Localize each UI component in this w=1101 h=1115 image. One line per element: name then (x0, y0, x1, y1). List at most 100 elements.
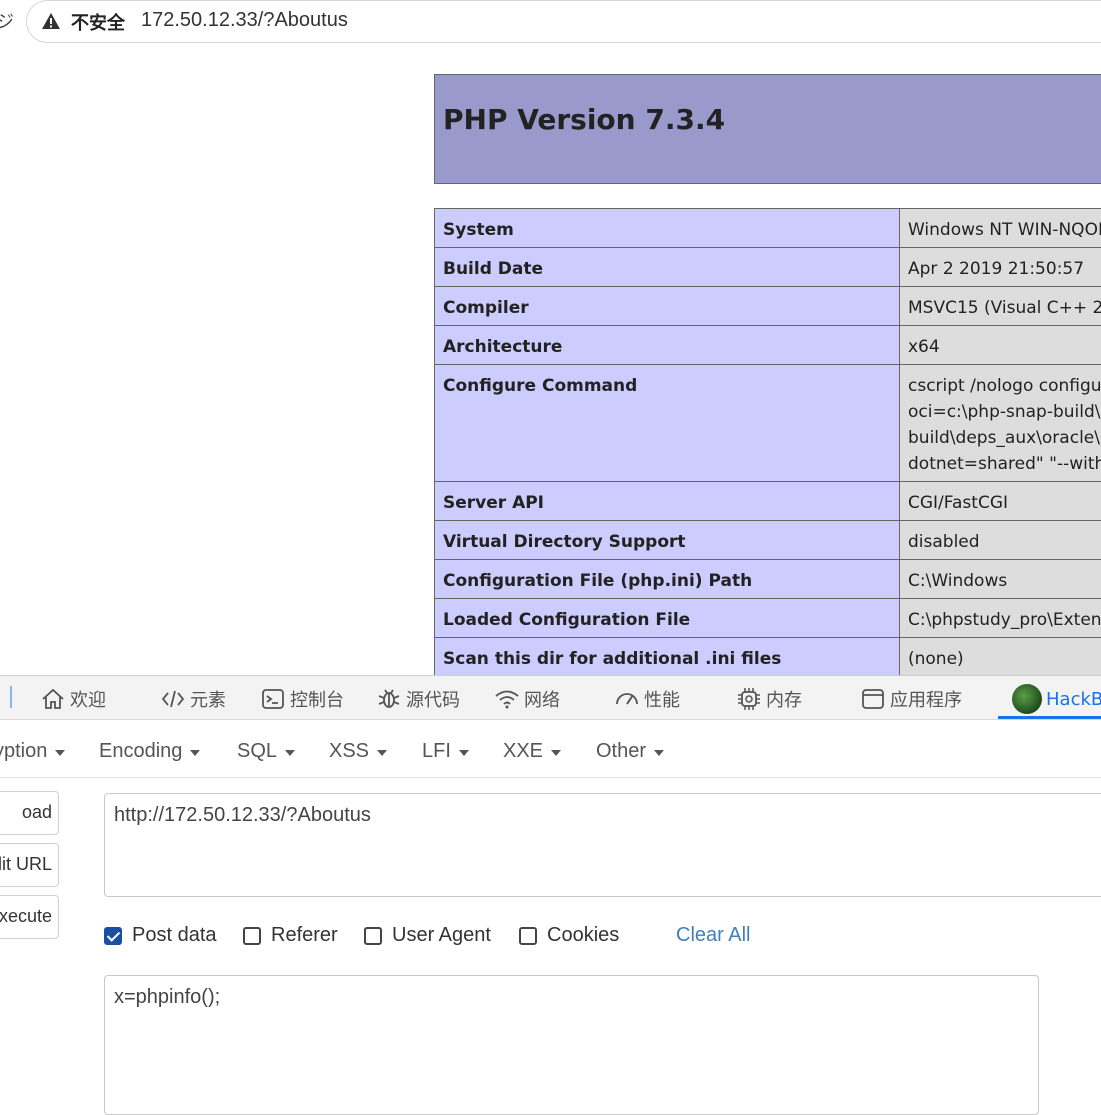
caret-down-icon (654, 750, 664, 756)
menu-label: LFI (422, 740, 451, 763)
tab-memory[interactable]: 内存 (736, 685, 802, 713)
row-value: Apr 2 2019 21:50:57 (900, 248, 1101, 287)
table-row: Compiler MSVC15 (Visual C++ 201 (435, 287, 1101, 326)
tab-hackbar[interactable]: HackB (1012, 685, 1101, 713)
value-line: build\deps_aux\oracle\ (908, 425, 1101, 451)
caret-down-icon (377, 750, 387, 756)
caret-down-icon (190, 750, 200, 756)
row-key: Configure Command (435, 365, 900, 482)
table-row: Build Date Apr 2 2019 21:50:57 (435, 248, 1101, 287)
tab-label: 欢迎 (70, 686, 106, 712)
tab-label: 性能 (644, 686, 680, 712)
table-row: Virtual Directory Support disabled (435, 521, 1101, 560)
row-value: C:\Windows (900, 560, 1101, 599)
tab-label: 内存 (766, 686, 802, 712)
table-row: Server API CGI/FastCGI (435, 482, 1101, 521)
menu-encryption[interactable]: yption (0, 740, 65, 763)
row-value: Windows NT WIN-NQOI (900, 209, 1101, 248)
menu-xss[interactable]: XSS (329, 740, 387, 763)
row-key: Virtual Directory Support (435, 521, 900, 560)
row-key: Configuration File (php.ini) Path (435, 560, 900, 599)
cookies-checkbox[interactable] (519, 927, 537, 945)
tab-sources[interactable]: 源代码 (376, 685, 460, 713)
tab-label: 控制台 (290, 686, 344, 712)
cookies-option[interactable]: Cookies (519, 924, 619, 947)
row-value: MSVC15 (Visual C++ 201 (900, 287, 1101, 326)
url-text[interactable]: 172.50.12.33/?Aboutus (141, 9, 348, 32)
table-row: Configure Command cscript /nologo config… (435, 365, 1101, 482)
row-value: disabled (900, 521, 1101, 560)
table-row: Architecture x64 (435, 326, 1101, 365)
row-value: C:\phpstudy_pro\Exten (900, 599, 1101, 638)
post-data-checkbox[interactable] (104, 927, 122, 945)
row-value: x64 (900, 326, 1101, 365)
menu-label: Other (596, 740, 646, 763)
menu-label: Encoding (99, 740, 182, 763)
caret-down-icon (285, 750, 295, 756)
row-value: cscript /nologo configu oci=c:\php-snap-… (900, 365, 1101, 482)
menu-other[interactable]: Other (596, 740, 664, 763)
menu-encoding[interactable]: Encoding (99, 740, 200, 763)
browser-left-glyph: ジ (0, 8, 14, 34)
tab-welcome[interactable]: 欢迎 (40, 685, 106, 713)
chip-icon (736, 686, 762, 712)
referer-checkbox[interactable] (243, 927, 261, 945)
hackbar-menubar: yption Encoding SQL XSS LFI XXE Other (0, 730, 1101, 778)
tab-elements[interactable]: 元素 (160, 685, 226, 713)
omnibox[interactable]: 不安全 172.50.12.33/?Aboutus (26, 0, 1101, 43)
table-row: Loaded Configuration File C:\phpstudy_pr… (435, 599, 1101, 638)
wifi-icon (494, 686, 520, 712)
option-label: User Agent (392, 924, 491, 947)
post-data-option[interactable]: Post data (104, 924, 217, 947)
execute-button[interactable]: xecute (0, 895, 59, 939)
gauge-icon (614, 686, 640, 712)
url-textarea[interactable]: http://172.50.12.33/?Aboutus (104, 793, 1101, 897)
tab-divider (10, 686, 12, 708)
page-title: PHP Version 7.3.4 (443, 103, 725, 136)
option-label: Post data (132, 924, 217, 947)
caret-down-icon (551, 750, 561, 756)
php-info-table: System Windows NT WIN-NQOI Build Date Ap… (434, 208, 1101, 677)
referer-option[interactable]: Referer (243, 924, 338, 947)
console-icon (260, 686, 286, 712)
menu-lfi[interactable]: LFI (422, 740, 469, 763)
menu-label: SQL (237, 740, 277, 763)
row-key: Scan this dir for additional .ini files (435, 638, 900, 677)
tab-performance[interactable]: 性能 (614, 685, 680, 713)
devtools-tabbar: 欢迎 元素 控制台 源代码 网络 性能 内存 应用程序 (0, 675, 1101, 720)
user-agent-option[interactable]: User Agent (364, 924, 491, 947)
clear-all-link[interactable]: Clear All (676, 924, 750, 947)
caret-down-icon (459, 750, 469, 756)
tab-label: 网络 (524, 686, 560, 712)
load-url-button[interactable]: oad URL (0, 791, 59, 835)
value-line: dotnet=shared" "--with (908, 451, 1101, 477)
caret-down-icon (55, 750, 65, 756)
row-key: Build Date (435, 248, 900, 287)
tab-console[interactable]: 控制台 (260, 685, 344, 713)
tab-network[interactable]: 网络 (494, 685, 560, 713)
value-line: cscript /nologo configu (908, 373, 1101, 399)
post-data-textarea[interactable]: x=phpinfo(); (104, 975, 1039, 1115)
row-value: CGI/FastCGI (900, 482, 1101, 521)
row-key: Loaded Configuration File (435, 599, 900, 638)
home-icon (40, 686, 66, 712)
split-url-button[interactable]: plit URL (0, 843, 59, 887)
option-label: Cookies (547, 924, 619, 947)
tab-label: HackB (1046, 689, 1101, 710)
menu-label: XSS (329, 740, 369, 763)
code-icon (160, 686, 186, 712)
address-bar: ジ 不安全 172.50.12.33/?Aboutus (0, 0, 1101, 44)
insecure-label[interactable]: 不安全 (71, 9, 125, 35)
table-row: Scan this dir for additional .ini files … (435, 638, 1101, 677)
menu-sql[interactable]: SQL (237, 740, 295, 763)
app-icon (860, 686, 886, 712)
user-agent-checkbox[interactable] (364, 927, 382, 945)
warning-icon[interactable] (41, 12, 61, 30)
tab-label: 应用程序 (890, 686, 962, 712)
tab-application[interactable]: 应用程序 (860, 685, 962, 713)
tab-label: 源代码 (406, 686, 460, 712)
menu-label: XXE (503, 740, 543, 763)
menu-xxe[interactable]: XXE (503, 740, 561, 763)
value-line: oci=c:\php-snap-build\ (908, 399, 1101, 425)
table-row: Configuration File (php.ini) Path C:\Win… (435, 560, 1101, 599)
